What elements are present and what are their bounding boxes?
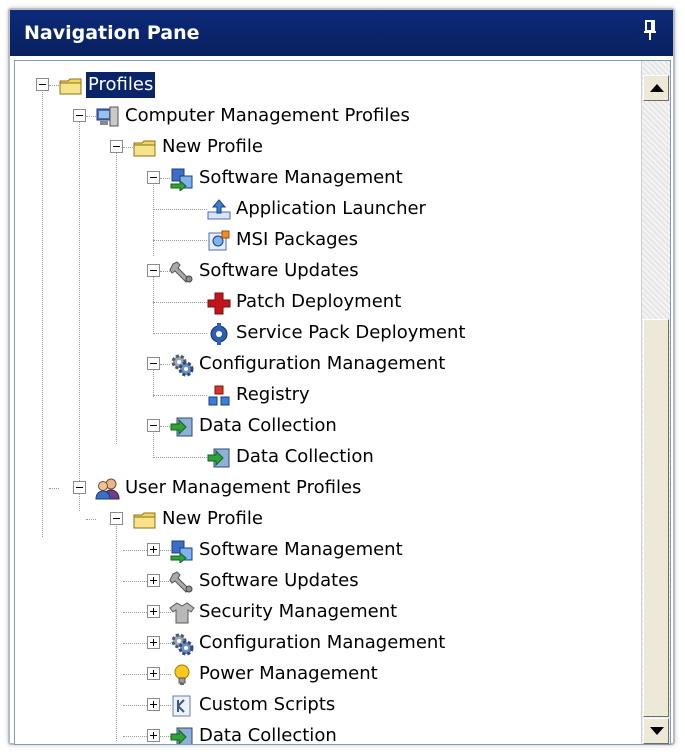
service-pack-icon — [206, 322, 232, 346]
computer-icon — [95, 105, 121, 129]
tree-node-user-power-management[interactable]: Power Management — [15, 661, 635, 691]
pin-icon[interactable] — [641, 18, 659, 44]
tree-node-service-pack-deployment[interactable]: Service Pack Deployment — [15, 320, 635, 350]
collapse-toggle[interactable] — [147, 264, 160, 277]
tree-label[interactable]: MSI Packages — [234, 227, 360, 253]
collapse-toggle[interactable] — [73, 109, 86, 122]
software-updates-icon — [169, 570, 195, 594]
tree-node-application-launcher[interactable]: Application Launcher — [15, 196, 635, 226]
tree-label[interactable]: Security Management — [197, 599, 399, 625]
tree-node-data-collection[interactable]: Data Collection — [15, 413, 635, 443]
data-collection-icon — [169, 415, 195, 439]
tree-node-new-profile-user[interactable]: New Profile — [15, 506, 635, 536]
software-management-icon — [169, 539, 195, 563]
tree-node-user-software-management[interactable]: Software Management — [15, 537, 635, 567]
expand-toggle[interactable] — [147, 636, 160, 649]
collapse-toggle[interactable] — [110, 140, 123, 153]
tree-label[interactable]: Data Collection — [197, 723, 339, 744]
tree-label[interactable]: Application Launcher — [234, 196, 428, 222]
arrow-up-icon — [650, 84, 664, 92]
tree-node-computer-management-profiles[interactable]: Computer Management Profiles — [15, 103, 635, 133]
expand-toggle[interactable] — [147, 543, 160, 556]
data-collection-icon — [206, 446, 232, 470]
tree-label[interactable]: Software Updates — [197, 568, 361, 594]
tree-node-msi-packages[interactable]: MSI Packages — [15, 227, 635, 257]
expand-toggle[interactable] — [147, 729, 160, 742]
arrow-down-icon — [650, 727, 664, 735]
tree-label[interactable]: Configuration Management — [197, 351, 447, 377]
data-collection-icon — [169, 725, 195, 744]
tree-node-user-configuration-management[interactable]: Configuration Management — [15, 630, 635, 660]
tree-node-software-updates[interactable]: Software Updates — [15, 258, 635, 288]
expand-toggle[interactable] — [147, 605, 160, 618]
collapse-toggle[interactable] — [36, 78, 49, 91]
profile-tree: Profiles Computer Management Profiles Ne… — [15, 61, 635, 744]
users-icon — [95, 477, 121, 501]
pane-title: Navigation Pane — [24, 22, 200, 44]
folder-icon — [132, 136, 158, 160]
tree-label[interactable]: Computer Management Profiles — [123, 103, 412, 129]
tree-label[interactable]: Service Pack Deployment — [234, 320, 467, 346]
tree-node-user-data-collection[interactable]: Data Collection — [15, 723, 635, 744]
tree-node-profiles[interactable]: Profiles — [15, 72, 635, 102]
tree-label[interactable]: New Profile — [160, 506, 265, 532]
scroll-down-button[interactable] — [643, 718, 669, 744]
tree-view[interactable]: Profiles Computer Management Profiles Ne… — [14, 60, 671, 745]
tree-label[interactable]: Registry — [234, 382, 312, 408]
tree-node-user-management-profiles[interactable]: User Management Profiles — [15, 475, 635, 505]
registry-icon — [206, 384, 232, 408]
tree-label[interactable]: Patch Deployment — [234, 289, 403, 315]
software-management-icon — [169, 167, 195, 191]
folder-icon — [132, 508, 158, 532]
folder-icon — [58, 74, 84, 98]
tree-node-user-security-management[interactable]: Security Management — [15, 599, 635, 629]
scroll-up-button[interactable] — [643, 75, 669, 101]
tree-label[interactable]: Software Management — [197, 165, 405, 191]
security-shirt-icon — [169, 601, 195, 625]
tree-node-user-software-updates[interactable]: Software Updates — [15, 568, 635, 598]
collapse-toggle[interactable] — [147, 419, 160, 432]
tree-label[interactable]: Power Management — [197, 661, 380, 687]
tree-label[interactable]: Custom Scripts — [197, 692, 337, 718]
tree-label[interactable]: New Profile — [160, 134, 265, 160]
configuration-gear-icon — [169, 632, 195, 656]
tree-node-software-management[interactable]: Software Management — [15, 165, 635, 195]
navigation-pane: Navigation Pane Profiles Computer Manage… — [8, 8, 675, 745]
collapse-toggle[interactable] — [147, 357, 160, 370]
scrollbar-thumb[interactable] — [643, 319, 669, 717]
tree-label[interactable]: Software Management — [197, 537, 405, 563]
msi-package-icon — [206, 229, 232, 253]
tree-node-patch-deployment[interactable]: Patch Deployment — [15, 289, 635, 319]
tree-label[interactable]: Data Collection — [197, 413, 339, 439]
tree-label[interactable]: Profiles — [86, 72, 156, 98]
tree-label[interactable]: Data Collection — [234, 444, 376, 470]
tree-node-user-custom-scripts[interactable]: Custom Scripts — [15, 692, 635, 722]
vertical-scrollbar[interactable] — [641, 61, 670, 744]
tree-node-registry[interactable]: Registry — [15, 382, 635, 412]
collapse-toggle[interactable] — [73, 481, 86, 494]
software-updates-icon — [169, 260, 195, 284]
tree-node-data-collection-child[interactable]: Data Collection — [15, 444, 635, 474]
pane-title-bar: Navigation Pane — [10, 10, 673, 56]
tree-node-configuration-management[interactable]: Configuration Management — [15, 351, 635, 381]
power-bulb-icon — [169, 663, 195, 687]
expand-toggle[interactable] — [147, 574, 160, 587]
configuration-gear-icon — [169, 353, 195, 377]
collapse-toggle[interactable] — [110, 512, 123, 525]
patch-cross-icon — [206, 291, 232, 315]
tree-label[interactable]: User Management Profiles — [123, 475, 363, 501]
tree-label[interactable]: Software Updates — [197, 258, 361, 284]
collapse-toggle[interactable] — [147, 171, 160, 184]
tree-label[interactable]: Configuration Management — [197, 630, 447, 656]
application-launcher-icon — [206, 198, 232, 222]
expand-toggle[interactable] — [147, 698, 160, 711]
expand-toggle[interactable] — [147, 667, 160, 680]
custom-script-icon — [169, 694, 195, 718]
tree-node-new-profile[interactable]: New Profile — [15, 134, 635, 164]
